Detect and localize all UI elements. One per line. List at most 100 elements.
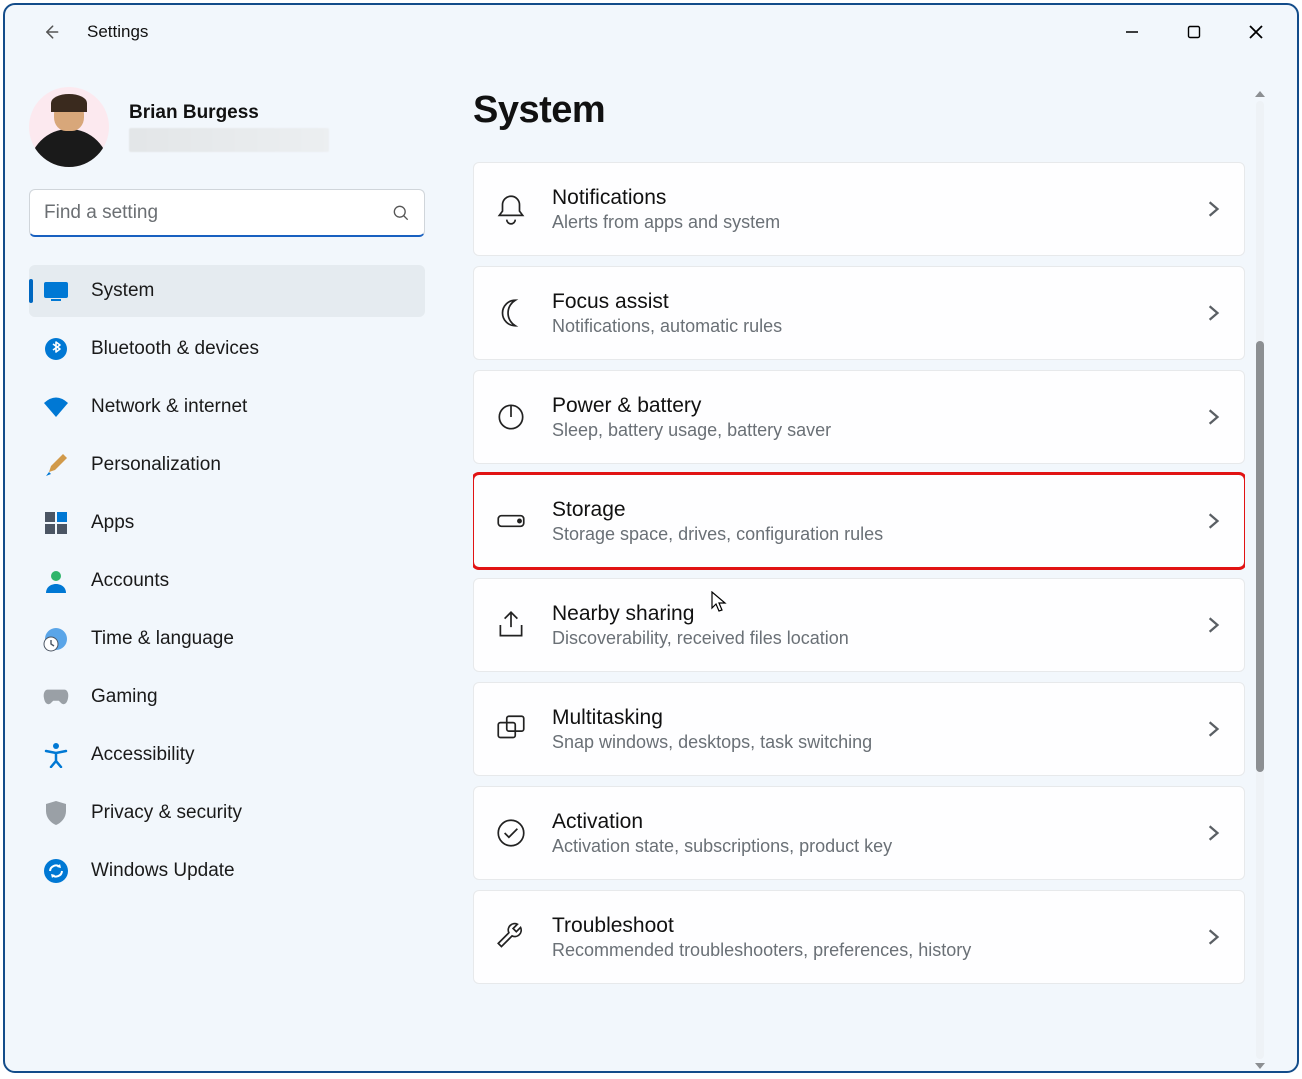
card-troubleshoot[interactable]: Troubleshoot Recommended troubleshooters… — [473, 890, 1245, 984]
sidebar: Brian Burgess System Bluetooth & devices — [5, 59, 449, 1071]
card-subtitle: Storage space, drives, configuration rul… — [552, 524, 1180, 545]
card-multitasking[interactable]: Multitasking Snap windows, desktops, tas… — [473, 682, 1245, 776]
scroll-thumb[interactable] — [1256, 341, 1264, 772]
chevron-right-icon — [1204, 304, 1222, 322]
sidebar-item-label: Privacy & security — [91, 802, 242, 824]
gamepad-icon — [43, 684, 69, 710]
sidebar-item-label: Windows Update — [91, 860, 235, 882]
close-icon — [1248, 24, 1264, 40]
main-panel: System Notifications Alerts from apps an… — [449, 59, 1297, 1071]
sidebar-item-label: Bluetooth & devices — [91, 338, 259, 360]
card-subtitle: Notifications, automatic rules — [552, 316, 1180, 337]
card-title: Activation — [552, 810, 1180, 834]
close-button[interactable] — [1227, 11, 1285, 53]
update-icon — [43, 858, 69, 884]
sidebar-item-apps[interactable]: Apps — [29, 497, 425, 549]
person-icon — [43, 568, 69, 594]
accessibility-icon — [43, 742, 69, 768]
sidebar-item-label: Gaming — [91, 686, 158, 708]
card-title: Nearby sharing — [552, 602, 1180, 626]
card-notifications[interactable]: Notifications Alerts from apps and syste… — [473, 162, 1245, 256]
card-power-battery[interactable]: Power & battery Sleep, battery usage, ba… — [473, 370, 1245, 464]
chevron-right-icon — [1204, 408, 1222, 426]
back-button[interactable] — [33, 14, 69, 50]
sidebar-item-label: Apps — [91, 512, 134, 534]
bell-icon — [494, 192, 528, 226]
chevron-right-icon — [1204, 720, 1222, 738]
back-arrow-icon — [41, 22, 61, 42]
sidebar-item-personalization[interactable]: Personalization — [29, 439, 425, 491]
check-circle-icon — [494, 816, 528, 850]
wrench-icon — [494, 920, 528, 954]
scrollbar[interactable] — [1253, 89, 1267, 1071]
card-subtitle: Snap windows, desktops, task switching — [552, 732, 1180, 753]
sidebar-item-gaming[interactable]: Gaming — [29, 671, 425, 723]
minimize-button[interactable] — [1103, 11, 1161, 53]
sidebar-item-label: Personalization — [91, 454, 221, 476]
scroll-up-icon[interactable] — [1255, 91, 1265, 97]
search-input[interactable] — [29, 189, 425, 237]
card-subtitle: Recommended troubleshooters, preferences… — [552, 940, 1180, 961]
settings-card-list: Notifications Alerts from apps and syste… — [473, 162, 1245, 984]
apps-icon — [43, 510, 69, 536]
card-activation[interactable]: Activation Activation state, subscriptio… — [473, 786, 1245, 880]
card-title: Storage — [552, 498, 1180, 522]
sidebar-item-network[interactable]: Network & internet — [29, 381, 425, 433]
sidebar-item-system[interactable]: System — [29, 265, 425, 317]
sidebar-item-accessibility[interactable]: Accessibility — [29, 729, 425, 781]
maximize-button[interactable] — [1165, 11, 1223, 53]
wifi-icon — [43, 394, 69, 420]
scroll-track[interactable] — [1256, 101, 1264, 1059]
card-subtitle: Activation state, subscriptions, product… — [552, 836, 1180, 857]
card-title: Power & battery — [552, 394, 1180, 418]
avatar — [29, 87, 109, 167]
card-title: Notifications — [552, 186, 1180, 210]
chevron-right-icon — [1204, 928, 1222, 946]
card-title: Focus assist — [552, 290, 1180, 314]
user-name: Brian Burgess — [129, 102, 425, 124]
chevron-right-icon — [1204, 616, 1222, 634]
card-title: Multitasking — [552, 706, 1180, 730]
sidebar-item-time-language[interactable]: Time & language — [29, 613, 425, 665]
share-icon — [494, 608, 528, 642]
search-icon — [391, 203, 411, 223]
search-container — [29, 189, 425, 237]
bluetooth-icon — [43, 336, 69, 362]
sidebar-item-label: Accounts — [91, 570, 169, 592]
sidebar-item-windows-update[interactable]: Windows Update — [29, 845, 425, 897]
settings-window: Settings Brian Burgess — [3, 3, 1299, 1073]
multitasking-icon — [494, 712, 528, 746]
user-email-redacted — [129, 128, 329, 152]
maximize-icon — [1186, 24, 1202, 40]
card-focus-assist[interactable]: Focus assist Notifications, automatic ru… — [473, 266, 1245, 360]
card-subtitle: Alerts from apps and system — [552, 212, 1180, 233]
card-subtitle: Discoverability, received files location — [552, 628, 1180, 649]
page-title: System — [473, 89, 1245, 132]
paintbrush-icon — [43, 452, 69, 478]
user-profile[interactable]: Brian Burgess — [29, 87, 425, 167]
window-controls — [1103, 11, 1291, 53]
chevron-right-icon — [1204, 824, 1222, 842]
shield-icon — [43, 800, 69, 826]
sidebar-item-label: Accessibility — [91, 744, 194, 766]
sidebar-item-privacy[interactable]: Privacy & security — [29, 787, 425, 839]
chevron-right-icon — [1204, 200, 1222, 218]
display-icon — [43, 278, 69, 304]
sidebar-item-label: Network & internet — [91, 396, 247, 418]
card-storage[interactable]: Storage Storage space, drives, configura… — [473, 474, 1245, 568]
card-nearby-sharing[interactable]: Nearby sharing Discoverability, received… — [473, 578, 1245, 672]
sidebar-item-accounts[interactable]: Accounts — [29, 555, 425, 607]
user-info: Brian Burgess — [129, 102, 425, 152]
sidebar-item-label: Time & language — [91, 628, 234, 650]
sidebar-item-bluetooth[interactable]: Bluetooth & devices — [29, 323, 425, 375]
title-bar: Settings — [5, 5, 1297, 59]
power-icon — [494, 400, 528, 434]
card-subtitle: Sleep, battery usage, battery saver — [552, 420, 1180, 441]
clock-globe-icon — [43, 626, 69, 652]
storage-icon — [494, 504, 528, 538]
scroll-down-icon[interactable] — [1255, 1063, 1265, 1069]
app-title: Settings — [87, 22, 148, 42]
nav-list: System Bluetooth & devices Network & int… — [29, 265, 425, 897]
chevron-right-icon — [1204, 512, 1222, 530]
minimize-icon — [1124, 24, 1140, 40]
